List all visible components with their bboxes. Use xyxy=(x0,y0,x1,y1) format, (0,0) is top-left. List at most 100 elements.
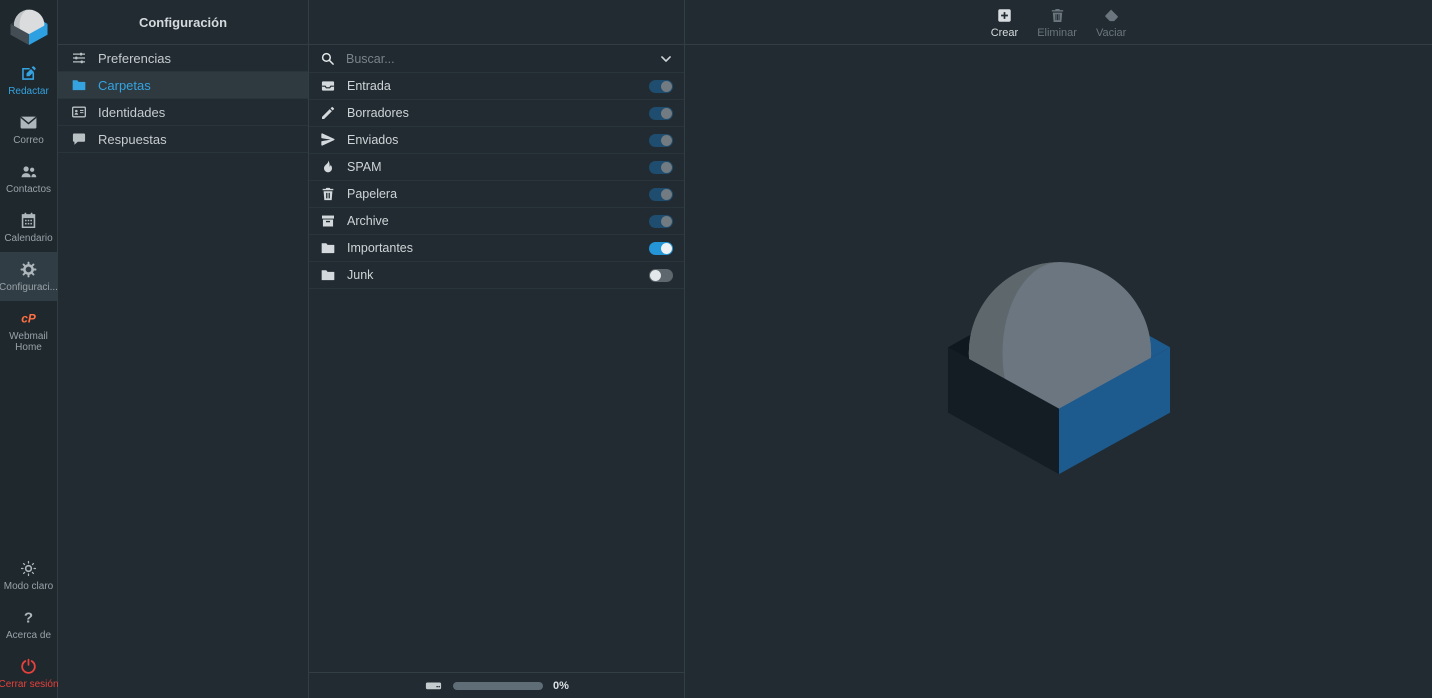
eraser-icon xyxy=(1103,7,1120,24)
settings-menu-item-label: Preferencias xyxy=(98,51,171,66)
folder-icon xyxy=(71,77,87,93)
search-icon xyxy=(320,51,335,66)
flame-icon xyxy=(320,159,336,175)
quota-bar: 0% xyxy=(309,672,684,698)
send-icon xyxy=(320,132,336,148)
sidebar-item-acerca-de[interactable]: Acerca de xyxy=(0,600,57,649)
folder-icon xyxy=(320,267,336,283)
folder-name: Enviados xyxy=(347,133,398,147)
folder-subscription-toggle[interactable] xyxy=(649,80,673,93)
search-input[interactable] xyxy=(344,51,650,67)
folder-row-enviados[interactable]: Enviados xyxy=(309,127,684,154)
toggle-knob xyxy=(650,270,661,281)
sliders-icon xyxy=(71,50,87,66)
folders-panel: Entrada Borradores Enviados S xyxy=(309,0,685,698)
toggle-knob xyxy=(661,243,672,254)
sidebar-item-calendario[interactable]: Calendario xyxy=(0,203,57,252)
sidebar-item-redactar[interactable]: Redactar xyxy=(0,56,57,105)
folder-subscription-toggle[interactable] xyxy=(649,215,673,228)
sidebar-item-label: Acerca de xyxy=(6,630,51,641)
sidebar-item-configuraci[interactable]: Configuraci... xyxy=(0,252,57,301)
sidebar-item-label: Calendario xyxy=(4,233,52,244)
folder-search-bar xyxy=(309,45,684,73)
app-logo xyxy=(0,0,57,56)
settings-menu-item-label: Respuestas xyxy=(98,132,167,147)
folder-subscription-toggle[interactable] xyxy=(649,161,673,174)
folder-row-entrada[interactable]: Entrada xyxy=(309,73,684,100)
folder-subscription-toggle[interactable] xyxy=(649,269,673,282)
sidebar-item-webmail-home[interactable]: Webmail Home xyxy=(0,301,57,361)
quota-percent: 0% xyxy=(553,680,569,692)
sidebar-item-correo[interactable]: Correo xyxy=(0,105,57,154)
settings-menu-item-respuestas[interactable]: Respuestas xyxy=(58,126,308,153)
content-area: Crear Eliminar Vaciar xyxy=(685,0,1432,698)
envelope-icon xyxy=(19,113,38,132)
settings-menu-item-identidades[interactable]: Identidades xyxy=(58,99,308,126)
sidebar-item-label: Correo xyxy=(13,135,44,146)
folder-row-spam[interactable]: SPAM xyxy=(309,154,684,181)
folder-name: Borradores xyxy=(347,106,409,120)
settings-menu-item-carpetas[interactable]: Carpetas xyxy=(58,72,308,99)
plus-square-icon xyxy=(996,7,1013,24)
pencil-icon xyxy=(320,105,336,121)
power-icon xyxy=(19,657,38,676)
folder-name: Junk xyxy=(347,268,373,282)
sidebar-item-label: Configuraci... xyxy=(0,282,58,293)
compose-icon xyxy=(19,64,38,83)
quota-progress-track xyxy=(453,682,543,690)
folders-toolbar: Crear Eliminar Vaciar xyxy=(685,0,1432,45)
folder-row-borradores[interactable]: Borradores xyxy=(309,100,684,127)
toolbar-button-crear[interactable]: Crear xyxy=(988,7,1022,39)
webmail-settings-app: Redactar Correo Contactos Calendario xyxy=(0,0,1432,698)
folder-subscription-toggle[interactable] xyxy=(649,188,673,201)
sidebar-item-label: Contactos xyxy=(6,184,51,195)
taskbar-items: Redactar Correo Contactos Calendario xyxy=(0,56,57,361)
chat-icon xyxy=(71,131,87,147)
toggle-knob xyxy=(661,135,672,146)
folder-subscription-toggle[interactable] xyxy=(649,107,673,120)
folder-subscription-toggle[interactable] xyxy=(649,134,673,147)
roundcube-watermark-icon xyxy=(939,258,1179,486)
trash-icon xyxy=(320,186,336,202)
idcard-icon xyxy=(71,104,87,120)
settings-menu-item-preferencias[interactable]: Preferencias xyxy=(58,45,308,72)
sun-icon xyxy=(19,559,38,578)
hard-drive-icon xyxy=(424,676,443,695)
toolbar-button-label: Vaciar xyxy=(1096,27,1126,39)
content-placeholder xyxy=(685,45,1432,698)
trash-icon xyxy=(1049,7,1066,24)
folder-name: Entrada xyxy=(347,79,391,93)
sidebar-item-label: Modo claro xyxy=(4,581,53,592)
settings-menu-list: Preferencias Carpetas Identidades Respue… xyxy=(58,45,308,153)
folder-subscription-toggle[interactable] xyxy=(649,242,673,255)
toggle-knob xyxy=(661,189,672,200)
calendar-icon xyxy=(19,211,38,230)
folder-name: SPAM xyxy=(347,160,382,174)
question-icon xyxy=(19,608,38,627)
folder-row-importantes[interactable]: Importantes xyxy=(309,235,684,262)
toolbar-button-label: Crear xyxy=(991,27,1019,39)
toggle-knob xyxy=(661,81,672,92)
sidebar-item-contactos[interactable]: Contactos xyxy=(0,154,57,203)
settings-menu-item-label: Carpetas xyxy=(98,78,151,93)
sidebar-item-modo-claro[interactable]: Modo claro xyxy=(0,551,57,600)
taskbar-footer-items: Modo claro Acerca de Cerrar sesión xyxy=(0,551,57,698)
toolbar-button-eliminar[interactable]: Eliminar xyxy=(1034,7,1080,39)
toolbar-button-vaciar[interactable]: Vaciar xyxy=(1093,7,1129,39)
people-icon xyxy=(19,162,38,181)
sidebar-item-cerrar-sesi-n[interactable]: Cerrar sesión xyxy=(0,649,57,698)
folder-row-junk[interactable]: Junk xyxy=(309,262,684,289)
folder-icon xyxy=(320,240,336,256)
gear-icon xyxy=(19,260,38,279)
toggle-knob xyxy=(661,108,672,119)
roundcube-logo-icon xyxy=(9,9,49,47)
settings-title: Configuración xyxy=(58,0,308,45)
chevron-down-icon[interactable] xyxy=(659,52,673,66)
taskbar-spacer xyxy=(0,361,57,551)
folder-row-archive[interactable]: Archive xyxy=(309,208,684,235)
sidebar-item-label: Cerrar sesión xyxy=(0,679,59,690)
folder-row-papelera[interactable]: Papelera xyxy=(309,181,684,208)
folder-name: Archive xyxy=(347,214,389,228)
folder-name: Importantes xyxy=(347,241,413,255)
cpanel-icon xyxy=(19,309,38,328)
